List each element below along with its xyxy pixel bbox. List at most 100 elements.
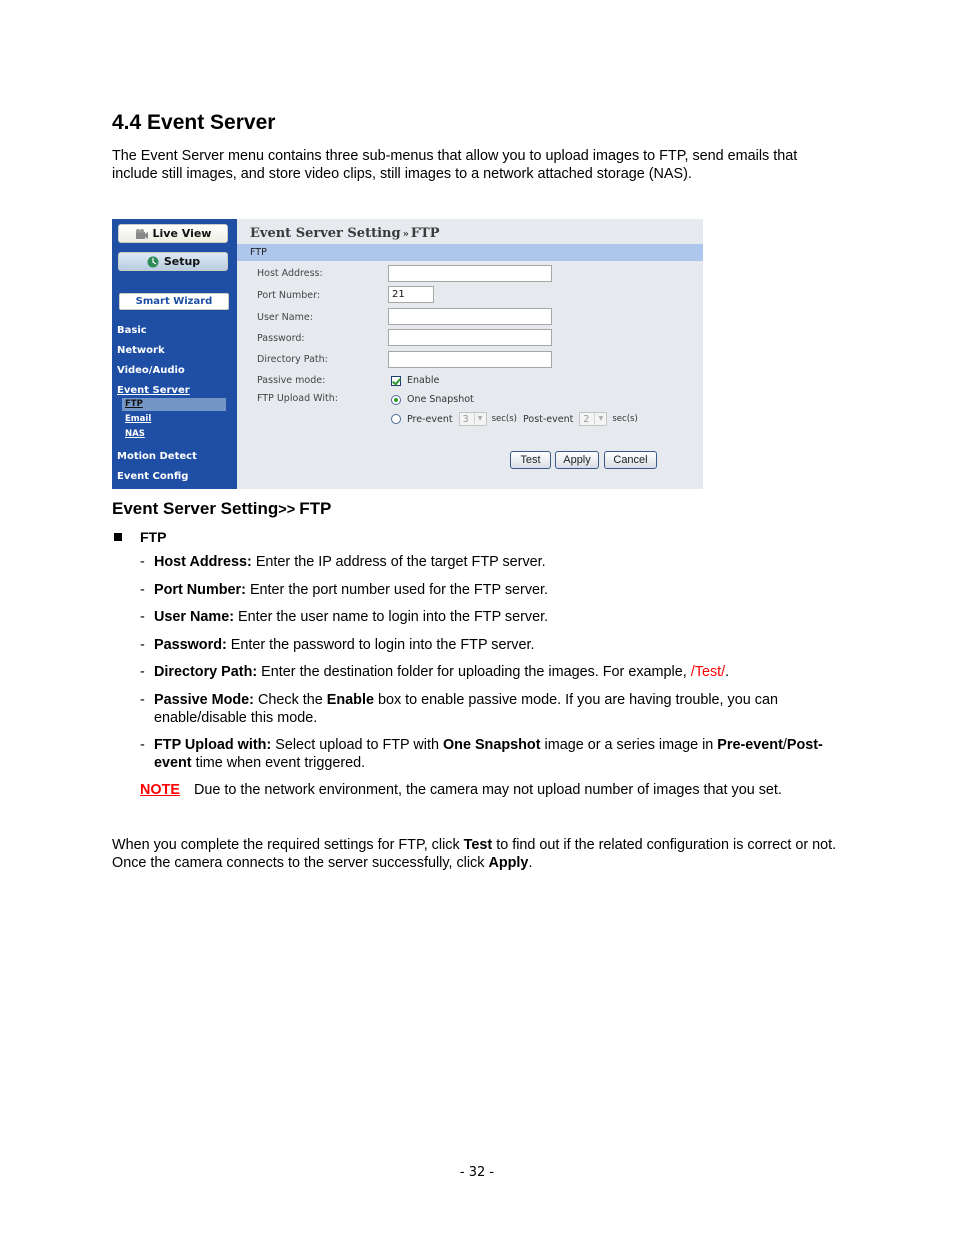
heading-separator: >>	[278, 502, 300, 518]
post-event-select[interactable]: 2 ▼	[579, 412, 608, 426]
subnav-email[interactable]: Email	[125, 414, 151, 424]
setup-icon	[146, 256, 160, 268]
directory-path-label: Directory Path:	[257, 354, 328, 365]
dash: -	[140, 554, 145, 570]
password-label: Password:	[257, 333, 305, 344]
item-text-end: .	[725, 664, 730, 680]
document-page: 4.4 Event Server The Event Server menu c…	[0, 0, 954, 1235]
post-event-unit: sec(s)	[612, 414, 638, 424]
ftp-upload-with-label: FTP Upload With:	[257, 393, 338, 404]
panel-title: Event Server Setting» FTP	[250, 226, 440, 241]
item-bold: One Snapshot	[442, 737, 541, 753]
test-button[interactable]: Test	[510, 451, 551, 469]
item-text: image or a series image in	[540, 737, 718, 753]
host-address-input[interactable]	[388, 265, 552, 282]
sidebar: Live View Setup Smart Wizard Basic Netwo…	[112, 219, 237, 489]
post-event-label: Post-event	[523, 413, 574, 425]
nav-motion-detect[interactable]: Motion Detect	[117, 451, 197, 462]
item-text: time when event triggered.	[191, 755, 366, 771]
nav-event-server[interactable]: Event Server	[117, 385, 190, 396]
enable-label: Enable	[407, 375, 440, 386]
note: NOTE Due to the network environment, the…	[140, 781, 782, 799]
post-event-value: 2	[583, 413, 590, 425]
user-name-label: User Name:	[257, 312, 313, 323]
live-view-button[interactable]: Live View	[118, 224, 228, 243]
item-term: FTP Upload with:	[154, 737, 272, 753]
closing-bold: Test	[463, 837, 493, 853]
camera-icon	[135, 228, 149, 240]
nav-basic[interactable]: Basic	[117, 325, 147, 336]
setup-button[interactable]: Setup	[118, 252, 228, 271]
intro-paragraph: The Event Server menu contains three sub…	[112, 148, 798, 182]
host-address-label: Host Address:	[257, 268, 323, 279]
radio-selected-icon	[391, 394, 401, 405]
port-number-label: Port Number:	[257, 290, 321, 301]
checkbox-checked-icon	[391, 375, 401, 386]
list-item: - Passive Mode: Check the Enable box to …	[140, 691, 840, 727]
closing-text: When you complete the required settings …	[112, 837, 464, 853]
item-bold: Enable	[326, 692, 374, 708]
list-item: - FTP Upload with: Select upload to FTP …	[140, 736, 840, 772]
pre-event-radio[interactable]	[391, 414, 401, 424]
item-term: User Name:	[154, 609, 234, 625]
chevron-down-icon: ▼	[594, 413, 606, 425]
item-text: Enter the port number used for the FTP s…	[245, 582, 549, 598]
pre-event-unit: sec(s)	[491, 414, 517, 424]
nav-event-config[interactable]: Event Config	[117, 471, 188, 482]
dash: -	[140, 664, 145, 680]
item-text: Select upload to FTP with	[271, 737, 443, 753]
directory-path-input[interactable]	[388, 351, 552, 368]
pre-event-select[interactable]: 3 ▼	[458, 412, 487, 426]
item-text: Enter the user name to login into the FT…	[234, 609, 549, 625]
list-item: - Directory Path: Enter the destination …	[140, 663, 840, 681]
list-item: - Port Number: Enter the port number use…	[140, 581, 840, 599]
cancel-button[interactable]: Cancel	[604, 451, 657, 469]
list-item: - Password: Enter the password to login …	[140, 636, 840, 654]
nav-network[interactable]: Network	[117, 345, 165, 356]
heading-sub: FTP	[299, 499, 332, 518]
setup-label: Setup	[163, 255, 201, 268]
note-text: Due to the network environment, the came…	[193, 782, 782, 798]
item-text: Enter the password to login into the FTP…	[226, 637, 535, 653]
item-term: Host Address:	[154, 554, 252, 570]
settings-panel: Event Server Setting» FTP FTP Host Addres…	[237, 219, 703, 489]
subnav-ftp[interactable]: FTP	[125, 399, 143, 409]
closing-bold: Apply	[488, 855, 529, 871]
page-number: - 32 -	[459, 1165, 495, 1180]
password-input[interactable]	[388, 329, 552, 346]
nav-video-audio[interactable]: Video/Audio	[117, 365, 185, 376]
item-term: Directory Path:	[154, 664, 258, 680]
item-text: Enter the destination folder for uploadi…	[257, 664, 691, 680]
panel-title-separator: »	[402, 229, 409, 240]
subsection-heading: Event Server Setting>> FTP	[112, 499, 331, 519]
dash: -	[140, 692, 145, 708]
pre-event-value: 3	[462, 413, 469, 425]
apply-button[interactable]: Apply	[555, 451, 599, 469]
item-bold: Pre-event	[717, 737, 783, 753]
dash: -	[140, 737, 145, 753]
smart-wizard-button[interactable]: Smart Wizard	[119, 293, 229, 310]
section-title: 4.4 Event Server	[112, 111, 276, 134]
dash: -	[140, 582, 145, 598]
one-snapshot-radio[interactable]: One Snapshot	[391, 394, 474, 405]
closing-text: .	[528, 855, 533, 871]
bullet-ftp: FTP	[114, 529, 166, 545]
example-path: /Test/	[690, 664, 726, 680]
square-bullet-icon	[114, 533, 122, 541]
heading-main: Event Server Setting	[112, 499, 279, 518]
ftp-section-band: FTP	[237, 244, 703, 261]
item-term: Port Number:	[154, 582, 246, 598]
user-name-input[interactable]	[388, 308, 552, 325]
item-term: Password:	[154, 637, 227, 653]
pre-event-label: Pre-event	[407, 413, 453, 425]
dash: -	[140, 637, 145, 653]
subnav-nas[interactable]: NAS	[125, 429, 145, 439]
event-server-ui-screenshot: Live View Setup Smart Wizard Basic Netwo…	[112, 219, 703, 489]
passive-mode-checkbox[interactable]: Enable	[391, 375, 439, 386]
port-number-input[interactable]: 21	[388, 286, 434, 303]
panel-title-main: Event Server Setting	[250, 226, 401, 241]
passive-mode-label: Passive mode:	[257, 375, 326, 386]
one-snapshot-label: One Snapshot	[407, 394, 474, 405]
live-view-label: Live View	[152, 227, 212, 240]
bullet-label: FTP	[140, 529, 167, 545]
